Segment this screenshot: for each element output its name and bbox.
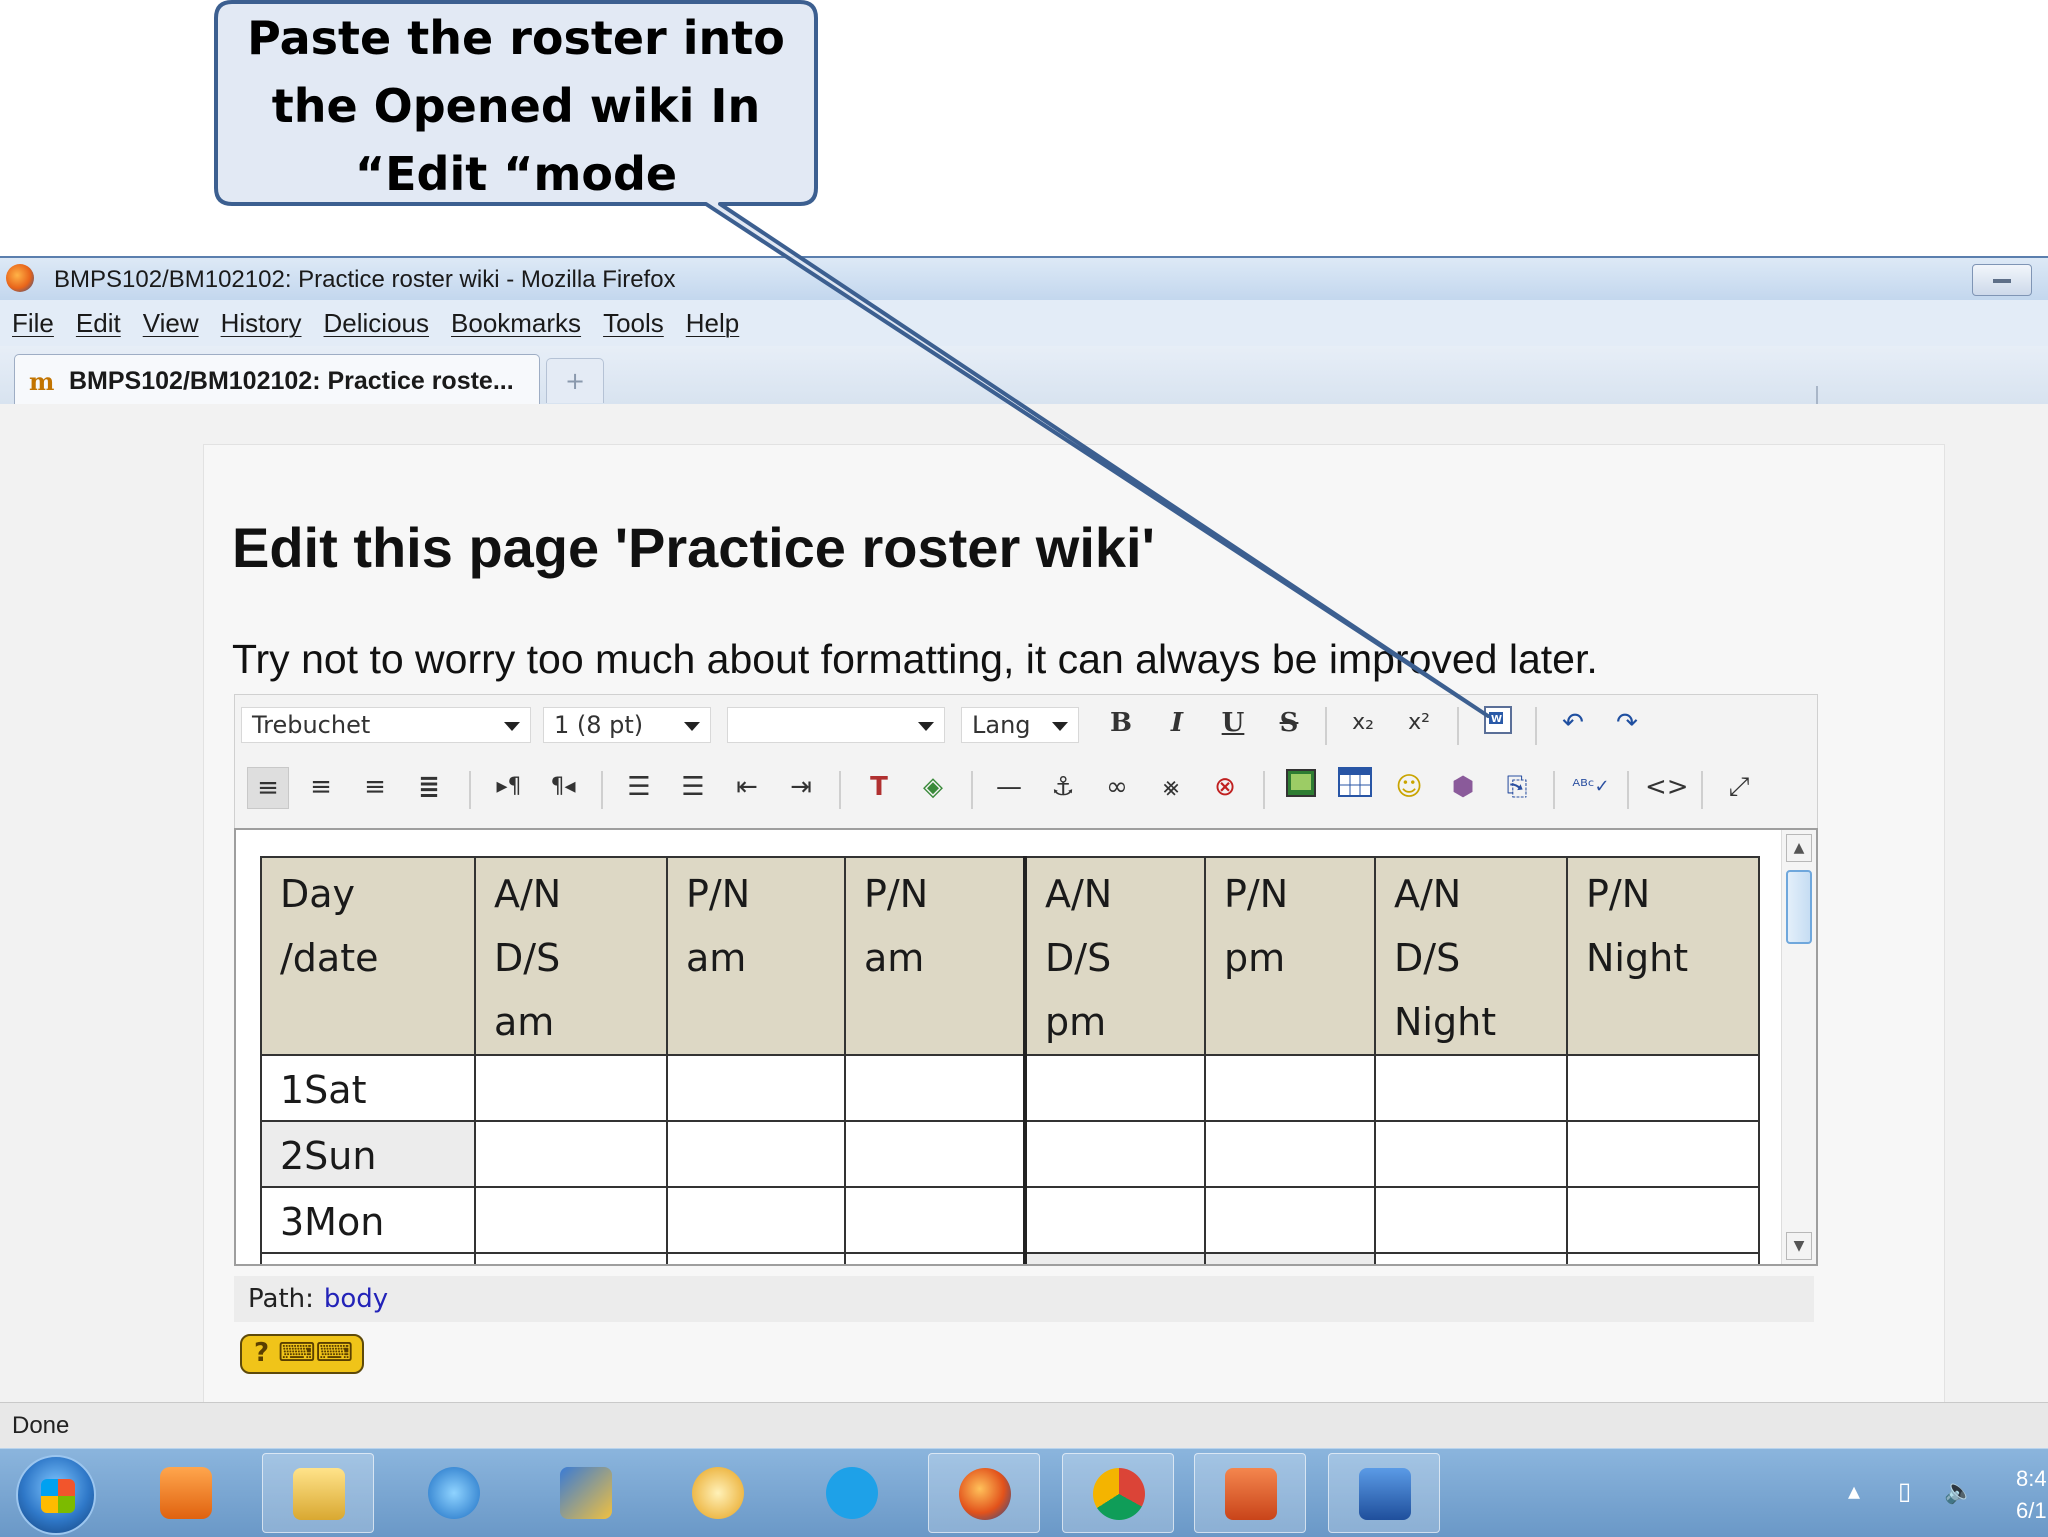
callout-line: the Opened wiki In [271,79,761,133]
callout-line: “Edit “mode [354,147,678,201]
callout-line: Paste the roster into [247,11,785,65]
callout-text: Paste the roster into the Opened wiki In… [218,4,814,208]
callout-shape [214,0,1490,718]
